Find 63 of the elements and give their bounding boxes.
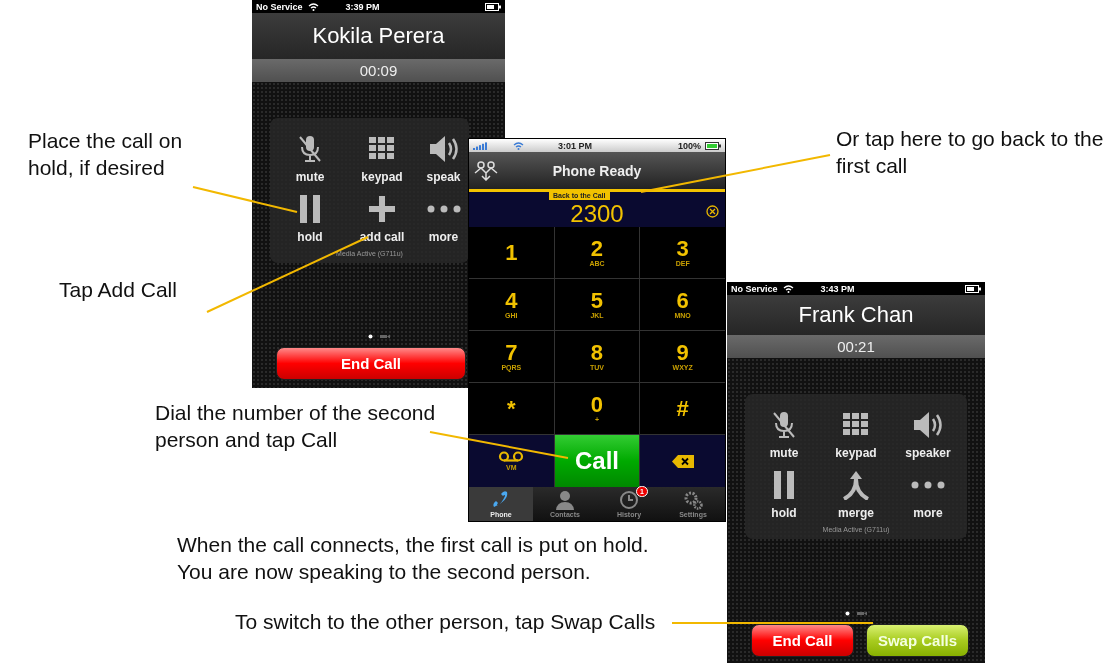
carrier-text: No Service <box>256 1 303 12</box>
merge-arrow-icon <box>841 470 871 500</box>
carrier-text: No Service <box>731 283 778 294</box>
person-silhouette-icon <box>555 490 575 510</box>
status-time: 3:39 PM <box>345 1 380 12</box>
status-time: 3:01 PM <box>558 140 592 151</box>
wifi-icon <box>782 284 794 293</box>
battery-icon <box>705 141 721 150</box>
callout-text: Dial the number of the second person and tap Call <box>155 400 437 453</box>
gears-icon <box>683 490 703 510</box>
plus-icon <box>369 196 395 222</box>
pause-icon <box>298 195 322 223</box>
caller-name: Frank Chan <box>727 295 985 335</box>
keypad-icon <box>843 413 869 437</box>
wifi-icon <box>307 2 319 11</box>
backspace-icon <box>671 454 694 468</box>
keypad-key[interactable]: 1 <box>469 227 554 278</box>
call-control-button[interactable]: speak <box>418 132 469 184</box>
screen-title: Phone Ready <box>551 162 643 179</box>
dialed-number: 2300 <box>570 199 624 228</box>
callout-text: To switch to the other person, tap Swap Calls <box>235 609 656 635</box>
pause-icon <box>772 471 796 499</box>
call-duration: 00:21 <box>727 335 985 358</box>
call-control-button[interactable]: keypad <box>820 408 892 460</box>
end-call-button[interactable]: End Call <box>751 624 854 657</box>
call-control-button[interactable]: mute <box>274 132 346 184</box>
muted-microphone-icon <box>297 134 323 164</box>
callout-text: Tap Add Call <box>59 277 177 303</box>
call-control-button[interactable]: hold <box>274 192 346 244</box>
call-control-button[interactable]: more <box>418 192 469 244</box>
clock-icon <box>619 490 639 510</box>
keypad-key[interactable]: # <box>640 383 725 434</box>
more-dots-icon <box>911 481 945 489</box>
backspace-button[interactable] <box>640 435 725 487</box>
callout-text: When the call connects, the first call is put on hold. You are now speaking to the second person. <box>177 532 650 585</box>
muted-microphone-icon <box>771 410 797 440</box>
call-duration: 00:09 <box>252 59 505 82</box>
speaker-icon <box>912 410 944 440</box>
call-control-button[interactable]: hold <box>748 468 820 520</box>
clear-icon[interactable] <box>706 205 719 218</box>
call-control-button[interactable]: keypad <box>346 132 418 184</box>
status-time: 3:43 PM <box>820 283 855 294</box>
keypad-icon <box>369 137 395 161</box>
battery-icon <box>965 284 981 293</box>
page-indicator-icon <box>367 334 390 339</box>
people-arrow-icon <box>473 160 499 181</box>
page-indicator-icon <box>845 611 867 616</box>
signal-bars-icon <box>473 141 489 150</box>
caller-name: Kokila Perera <box>252 13 505 59</box>
call-control-button[interactable]: speaker <box>892 408 964 460</box>
call-control-button[interactable]: mute <box>748 408 820 460</box>
callout-text: Or tap here to go back to the first call <box>836 126 1105 179</box>
wifi-icon <box>513 141 524 150</box>
speaker-icon <box>427 134 460 164</box>
more-dots-icon <box>426 205 461 213</box>
voicemail-icon <box>498 451 525 462</box>
keypad-key[interactable]: * <box>469 383 554 434</box>
battery-percent: 100% <box>677 140 701 151</box>
callout-text: Place the call on hold, if desired <box>28 128 184 181</box>
call-control-button[interactable]: merge <box>820 468 892 520</box>
call-control-button[interactable]: more <box>892 468 964 520</box>
battery-icon <box>485 2 501 11</box>
end-call-button[interactable]: End Call <box>276 347 466 380</box>
